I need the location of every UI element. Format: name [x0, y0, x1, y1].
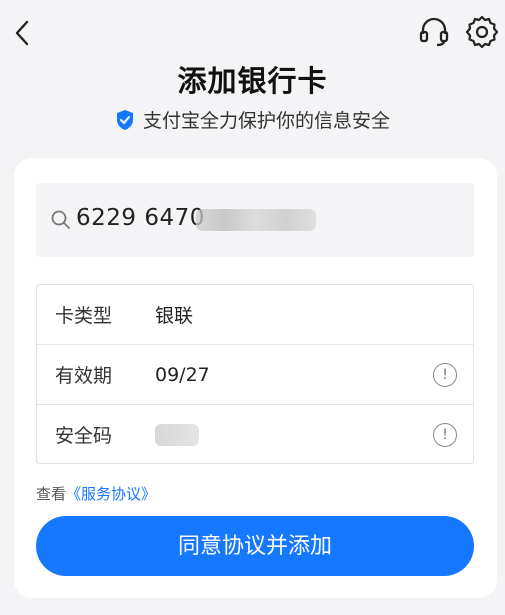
top-bar — [0, 0, 505, 64]
card-info-table: 卡类型 银联 有效期 09/27 ! 安全码 ! — [36, 284, 474, 464]
info-icon[interactable]: ! — [433, 422, 457, 447]
card-number-value: 6229 6470 — [76, 205, 205, 231]
card-number-redacted — [196, 209, 316, 231]
agreement-prefix: 查看 — [36, 485, 67, 503]
cvv-row[interactable]: 安全码 ! — [37, 405, 473, 464]
bank-card-form: 6229 6470 卡类型 银联 有效期 09/27 ! 安全码 ! 查看《服务… — [14, 158, 497, 598]
agree-and-add-button[interactable]: 同意协议并添加 — [36, 516, 474, 576]
card-type-value: 银联 — [155, 305, 194, 327]
cvv-label: 安全码 — [55, 425, 113, 447]
page-title: 添加银行卡 — [177, 64, 328, 98]
security-note-text: 支付宝全力保护你的信息安全 — [142, 110, 390, 132]
search-icon — [51, 210, 70, 229]
shield-check-icon — [116, 109, 133, 130]
settings-icon[interactable] — [463, 13, 501, 51]
agreement-line: 查看《服务协议》 — [36, 483, 156, 504]
service-agreement-link[interactable]: 《服务协议》 — [66, 485, 156, 503]
headset-icon[interactable] — [416, 14, 452, 50]
expiry-row[interactable]: 有效期 09/27 ! — [37, 345, 473, 404]
security-note: 支付宝全力保护你的信息安全 — [0, 106, 505, 133]
expiry-value[interactable]: 09/27 — [155, 364, 210, 386]
card-type-label: 卡类型 — [55, 305, 113, 327]
cvv-redacted[interactable] — [155, 423, 199, 446]
card-type-row: 卡类型 银联 — [37, 285, 473, 344]
back-arrow-icon[interactable] — [8, 16, 36, 50]
card-number-field[interactable]: 6229 6470 — [36, 183, 474, 257]
expiry-label: 有效期 — [55, 365, 113, 387]
info-icon[interactable]: ! — [433, 362, 457, 387]
